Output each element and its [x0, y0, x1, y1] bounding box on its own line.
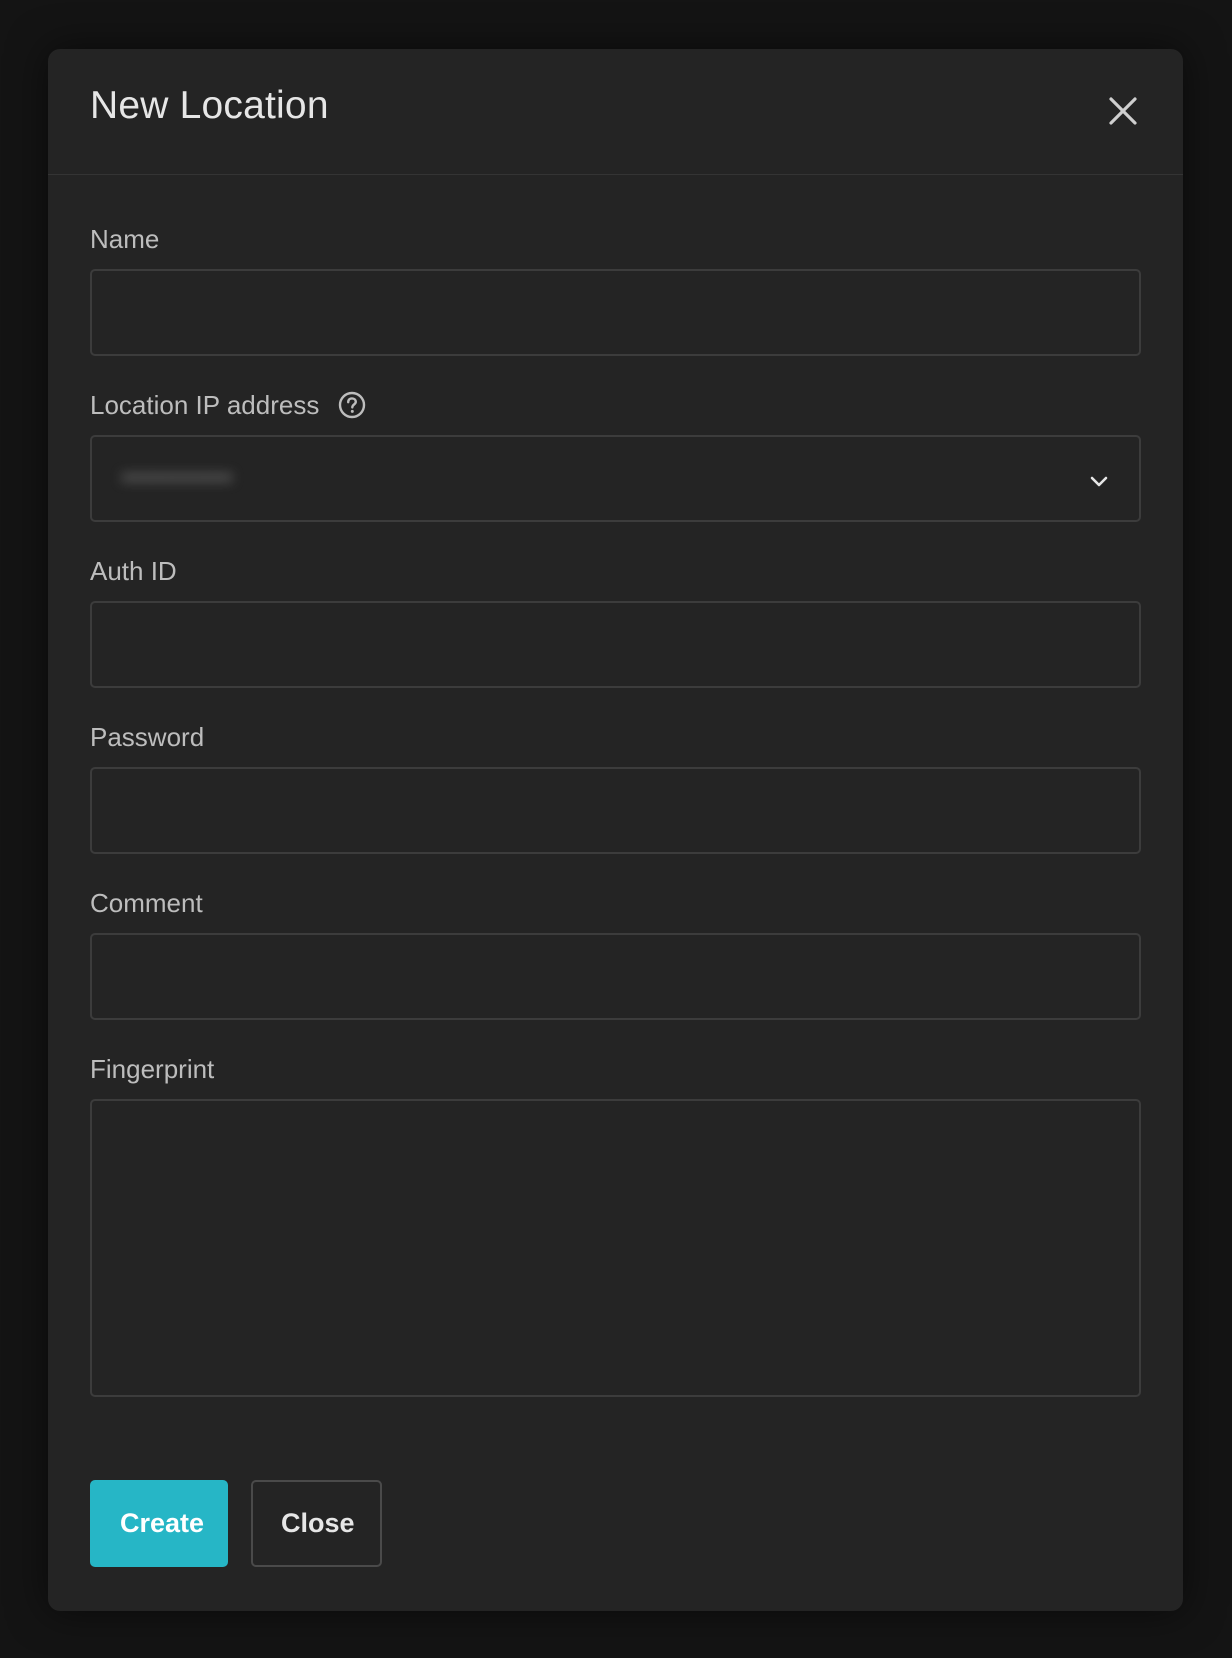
modal-title: New Location	[90, 84, 329, 127]
modal-body: Name Location IP address ••••••••••• Aut…	[48, 175, 1183, 1397]
password-field-group: Password	[90, 721, 1141, 854]
close-button[interactable]: Close	[251, 1480, 382, 1567]
comment-label: Comment	[90, 887, 203, 918]
modal-actions: Create Close	[90, 1480, 382, 1567]
question-circle-icon[interactable]	[337, 390, 367, 420]
ip-address-select[interactable]: •••••••••••	[90, 435, 1141, 522]
fingerprint-label: Fingerprint	[90, 1053, 215, 1084]
name-input[interactable]	[90, 269, 1141, 356]
comment-input[interactable]	[90, 933, 1141, 1020]
comment-field-group: Comment	[90, 887, 1141, 1020]
name-label: Name	[90, 223, 160, 254]
modal-close-button[interactable]	[1105, 93, 1141, 129]
ip-field-group: Location IP address •••••••••••	[90, 389, 1141, 522]
modal-header: New Location	[48, 49, 1183, 175]
chevron-down-icon	[1087, 469, 1111, 493]
auth-id-input[interactable]	[90, 601, 1141, 688]
fingerprint-textarea[interactable]	[90, 1099, 1141, 1397]
auth-id-field-group: Auth ID	[90, 555, 1141, 688]
new-location-modal: New Location Name Location IP address ••…	[48, 49, 1183, 1611]
auth-id-label: Auth ID	[90, 555, 177, 586]
ip-selected-value: •••••••••••	[122, 462, 234, 492]
name-field-group: Name	[90, 223, 1141, 356]
ip-label: Location IP address	[90, 389, 320, 420]
create-button[interactable]: Create	[90, 1480, 228, 1567]
ip-label-row: Location IP address	[90, 389, 1141, 421]
close-icon	[1105, 93, 1141, 129]
password-label: Password	[90, 721, 205, 752]
fingerprint-field-group: Fingerprint	[90, 1053, 1141, 1397]
password-input[interactable]	[90, 767, 1141, 854]
